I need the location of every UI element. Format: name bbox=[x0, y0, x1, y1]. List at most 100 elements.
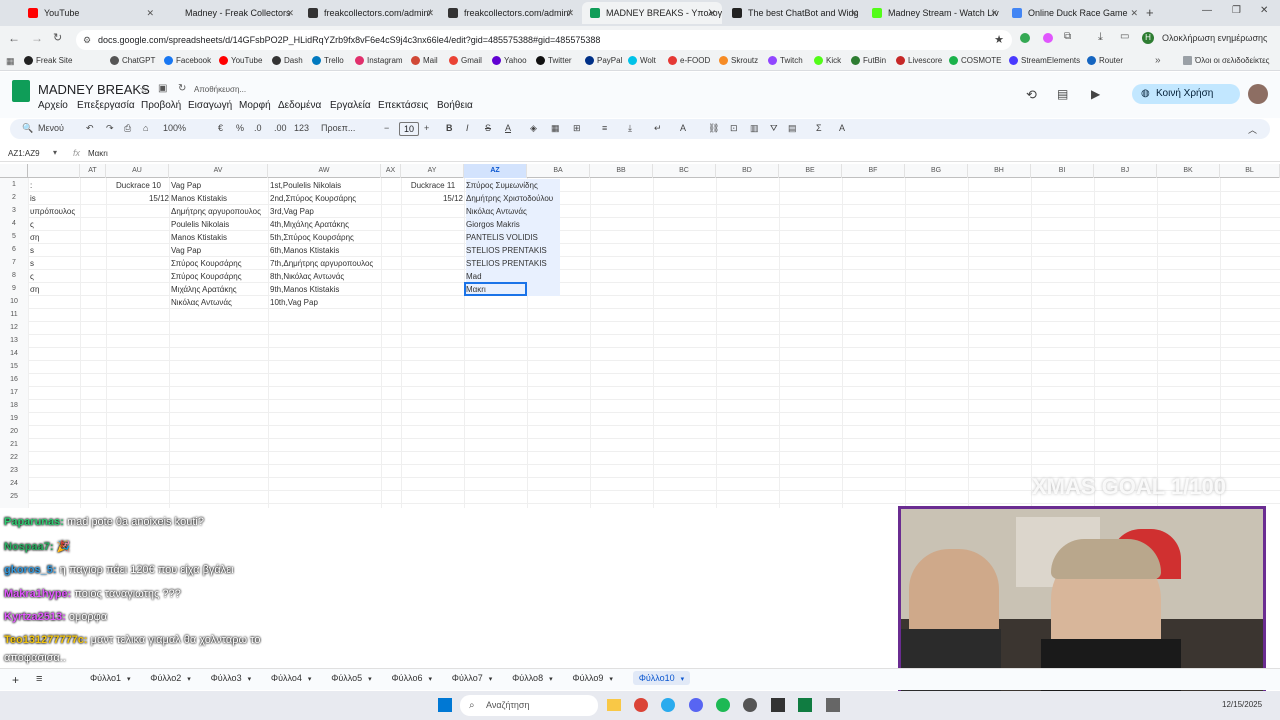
menu-edit[interactable]: Επεξεργασία bbox=[77, 100, 135, 111]
new-tab-button[interactable]: + bbox=[1146, 5, 1154, 20]
sheet-tab[interactable]: Φύλλο7 ▾ bbox=[452, 673, 493, 683]
cell[interactable]: STELIOS PRENTAKIS bbox=[466, 257, 560, 270]
filter-icon[interactable]: ⛛ bbox=[770, 123, 778, 134]
sheet-tab[interactable]: Φύλλο4 ▾ bbox=[271, 673, 312, 683]
site-info-icon[interactable]: ⚙ bbox=[83, 30, 91, 50]
cell[interactable] bbox=[108, 270, 169, 283]
merge-cells-icon[interactable]: ⊞ bbox=[573, 123, 581, 134]
avatar[interactable] bbox=[1248, 84, 1268, 104]
cell[interactable]: 5th,Σπύρος Κουρσάρης bbox=[270, 231, 380, 244]
sheet-tab[interactable]: Φύλλο8 ▾ bbox=[512, 673, 553, 683]
column-header-selected[interactable]: AZ bbox=[464, 164, 527, 178]
cell[interactable]: 15/12 bbox=[108, 192, 169, 205]
cell[interactable] bbox=[403, 205, 463, 218]
column-header[interactable]: BK bbox=[1157, 164, 1220, 178]
column-header[interactable]: AV bbox=[169, 164, 268, 178]
comments-icon[interactable]: ▤ bbox=[1057, 87, 1068, 101]
cell[interactable]: 4th,Μιχάλης Αρατάκης bbox=[270, 218, 380, 231]
column-header[interactable]: AY bbox=[401, 164, 464, 178]
collapse-toolbar-icon[interactable]: ︿ bbox=[1248, 123, 1257, 136]
filter-views-icon[interactable]: ▤ bbox=[788, 123, 797, 134]
star-icon[interactable]: ☆ bbox=[139, 83, 149, 96]
back-icon[interactable]: ← bbox=[8, 31, 20, 45]
cell[interactable]: Poulelis Nikolais bbox=[171, 218, 268, 231]
increase-font-icon[interactable]: + bbox=[424, 123, 429, 133]
cell[interactable]: 3rd,Vag Pap bbox=[270, 205, 380, 218]
column-header[interactable]: BB bbox=[590, 164, 653, 178]
text-color-icon[interactable]: A bbox=[505, 123, 511, 133]
sheet-tab[interactable]: Φύλλο6 ▾ bbox=[392, 673, 433, 683]
bold-icon[interactable]: B bbox=[446, 123, 453, 133]
chevron-down-icon[interactable]: ▾ bbox=[308, 676, 312, 683]
sidepanel-icon[interactable]: ▭ bbox=[1120, 31, 1129, 42]
move-folder-icon[interactable]: ▣ bbox=[158, 83, 167, 94]
browser-tab[interactable]: freakcollectors.com/admin/✕ bbox=[300, 2, 440, 24]
column-header[interactable]: BA bbox=[527, 164, 590, 178]
cell[interactable]: s bbox=[30, 257, 78, 270]
cell[interactable] bbox=[108, 244, 169, 257]
apps-icon[interactable]: ▦ bbox=[6, 56, 15, 67]
search-icon[interactable]: 🔍 bbox=[22, 123, 33, 134]
sheet-tab[interactable]: Φύλλο2 ▾ bbox=[150, 673, 191, 683]
cell[interactable] bbox=[108, 257, 169, 270]
bookmark-item[interactable]: Skroutz bbox=[719, 56, 758, 65]
chevron-down-icon[interactable]: ▾ bbox=[368, 676, 372, 683]
spotify-icon[interactable] bbox=[716, 698, 730, 712]
currency-icon[interactable]: € bbox=[218, 123, 223, 133]
bookmark-item[interactable]: Router bbox=[1087, 56, 1123, 65]
close-icon[interactable]: ✕ bbox=[426, 8, 434, 19]
number-format-icon[interactable]: 123 bbox=[294, 123, 309, 133]
print-icon[interactable]: ⎙ bbox=[124, 123, 131, 134]
forward-icon[interactable]: → bbox=[31, 31, 43, 45]
menu-format[interactable]: Μορφή bbox=[239, 100, 271, 111]
cell[interactable]: 8th,Νικόλας Αντωνάς bbox=[270, 270, 380, 283]
maximize-button[interactable]: ❐ bbox=[1232, 5, 1241, 16]
cell[interactable]: s bbox=[30, 244, 78, 257]
cell[interactable]: Δημήτρης αργυροπουλος bbox=[171, 205, 268, 218]
document-title[interactable]: MADNEY BREAKS bbox=[38, 82, 150, 97]
valign-icon[interactable]: ⤓ bbox=[628, 123, 632, 134]
menu-help[interactable]: Βοήθεια bbox=[437, 100, 473, 111]
cell[interactable]: Δημήτρης Χριστοδούλου bbox=[466, 192, 560, 205]
cell[interactable] bbox=[108, 296, 169, 309]
sheet-tab[interactable]: Φύλλο9 ▾ bbox=[572, 673, 613, 683]
bookmark-item[interactable]: Trello bbox=[312, 56, 344, 65]
bookmark-item[interactable]: Dash bbox=[272, 56, 303, 65]
cell[interactable] bbox=[403, 231, 463, 244]
font-size-input[interactable]: 10 bbox=[399, 122, 419, 136]
cell[interactable]: PANTELIS VOLIDIS bbox=[466, 231, 560, 244]
cell[interactable]: 15/12 bbox=[403, 192, 463, 205]
wrap-icon[interactable]: ↵ bbox=[654, 123, 662, 134]
percent-icon[interactable]: % bbox=[236, 123, 244, 133]
cell[interactable]: STELIOS PRENTAKIS bbox=[466, 244, 560, 257]
cell[interactable]: 9th,Manos Ktistakis bbox=[270, 283, 380, 296]
rotate-icon[interactable]: A bbox=[680, 123, 686, 133]
browser-tab[interactable]: The best ChatBot and Widg ✕ bbox=[724, 2, 864, 24]
column-header[interactable]: AU bbox=[106, 164, 169, 178]
name-box[interactable]: AZ1:AZ9 bbox=[8, 149, 40, 158]
all-sheets-icon[interactable]: ≡ bbox=[36, 673, 42, 685]
telegram-icon[interactable] bbox=[661, 698, 675, 712]
bookmark-item[interactable]: Gmail bbox=[449, 56, 482, 65]
extension-icon[interactable] bbox=[1043, 33, 1053, 43]
windows-start-icon[interactable] bbox=[438, 698, 452, 712]
chevron-right-icon[interactable]: » bbox=[1155, 55, 1161, 66]
column-header[interactable]: BJ bbox=[1094, 164, 1157, 178]
cell-grid[interactable]: : is υπρόπουλος ς ση s s ς ση Duckrace 10 15/12 Vag… bbox=[0, 178, 1280, 508]
obs-icon[interactable] bbox=[743, 698, 757, 712]
close-icon[interactable]: ✕ bbox=[566, 8, 574, 19]
file-explorer-icon[interactable] bbox=[607, 699, 621, 711]
close-icon[interactable]: ✕ bbox=[1130, 8, 1138, 19]
link-icon[interactable]: ⛓ bbox=[708, 123, 719, 134]
bookmark-item[interactable]: Livescore bbox=[896, 56, 942, 65]
undo-icon[interactable]: ↶ bbox=[86, 123, 94, 134]
cell[interactable]: Duckrace 10 bbox=[108, 179, 169, 192]
bookmark-item[interactable]: Freak Site bbox=[24, 56, 72, 65]
chevron-down-icon[interactable]: ▾ bbox=[428, 676, 432, 683]
cell[interactable]: Manos Ktistakis bbox=[171, 192, 268, 205]
cell[interactable] bbox=[108, 231, 169, 244]
cell[interactable]: Vag Pap bbox=[171, 244, 268, 257]
font-select[interactable]: Προεπ... bbox=[321, 123, 355, 133]
cell[interactable]: ση bbox=[30, 283, 78, 296]
column-header[interactable]: BD bbox=[716, 164, 779, 178]
